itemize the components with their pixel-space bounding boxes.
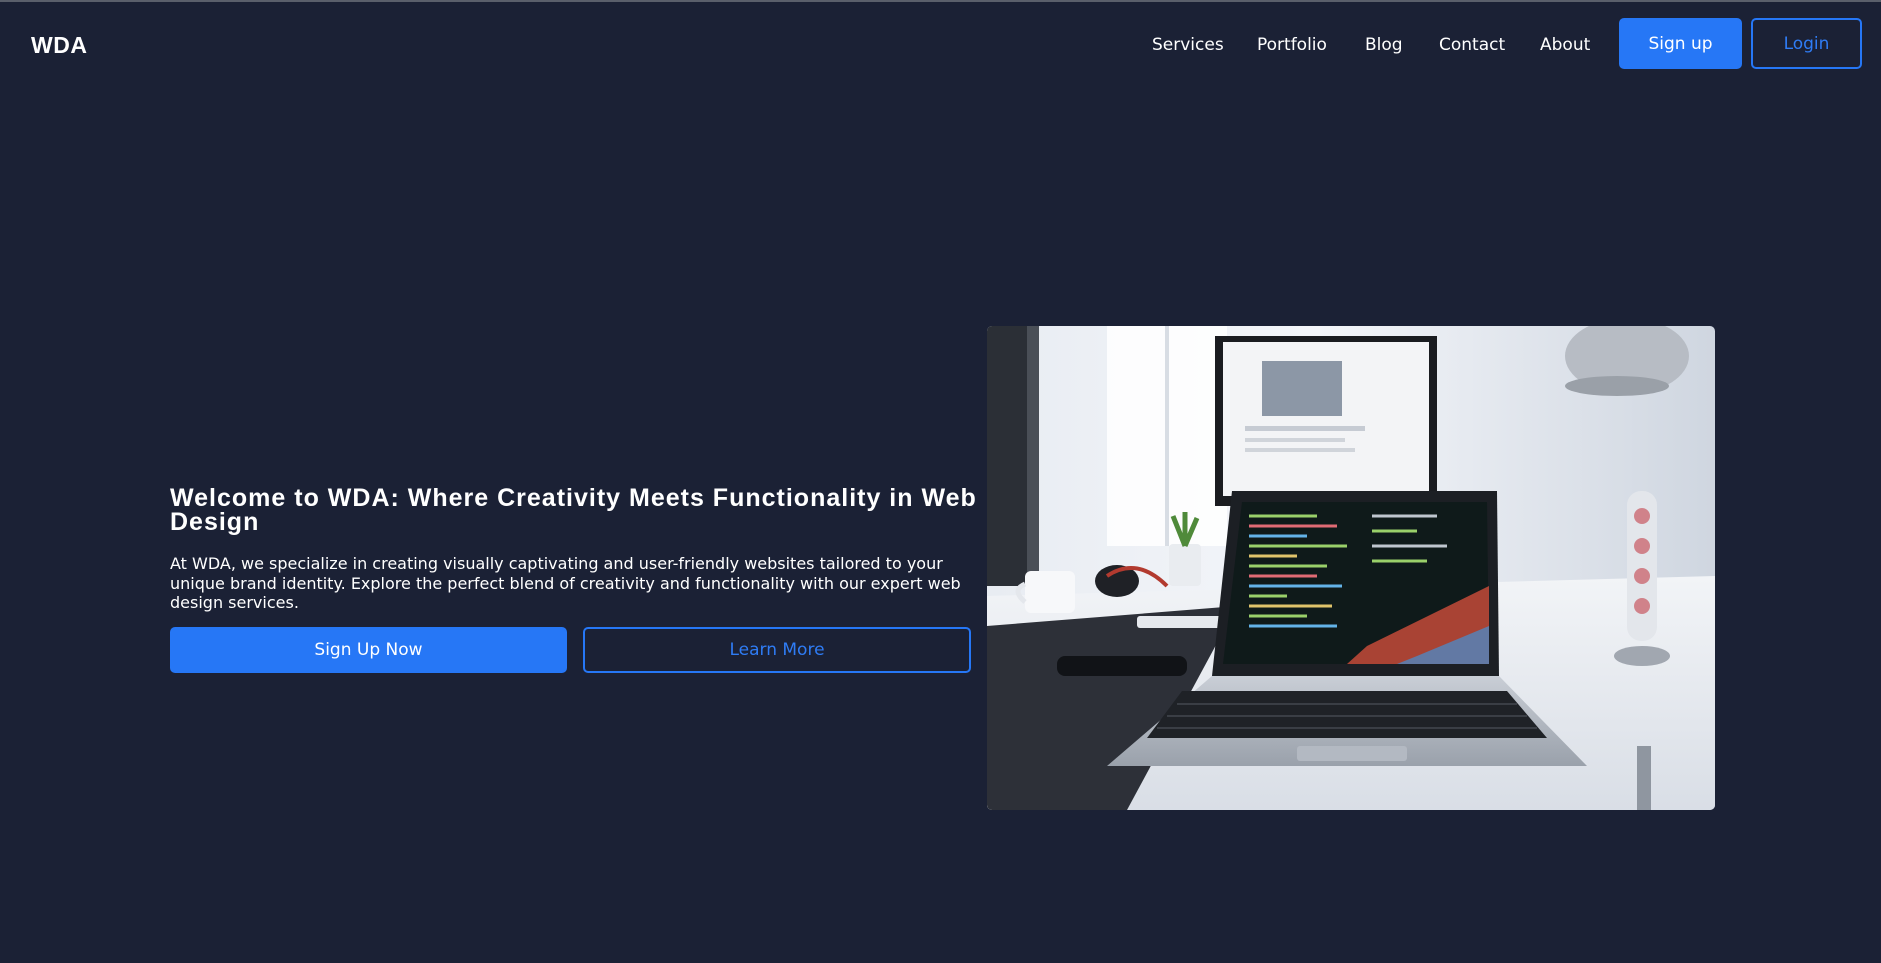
sign-up-now-button[interactable]: Sign Up Now	[170, 627, 567, 673]
laptop-desk-illustration	[987, 326, 1715, 810]
learn-more-button[interactable]: Learn More	[583, 627, 971, 673]
nav-item-services[interactable]: Services	[1152, 35, 1224, 55]
hero-description: At WDA, we specialize in creating visual…	[170, 554, 961, 612]
navbar: WDA Services Portfolio Blog Contact Abou…	[0, 2, 1881, 86]
nav-links: Services Portfolio Blog Contact About	[0, 35, 1881, 59]
nav-item-blog[interactable]: Blog	[1365, 35, 1403, 55]
nav-item-contact[interactable]: Contact	[1439, 35, 1505, 55]
hero-title: Welcome to WDA: Where Creativity Meets F…	[170, 484, 977, 536]
hero-image	[987, 326, 1715, 810]
nav-item-portfolio[interactable]: Portfolio	[1257, 35, 1327, 55]
login-button[interactable]: Login	[1751, 18, 1862, 69]
signup-button[interactable]: Sign up	[1619, 18, 1742, 69]
nav-item-about[interactable]: About	[1540, 35, 1590, 55]
